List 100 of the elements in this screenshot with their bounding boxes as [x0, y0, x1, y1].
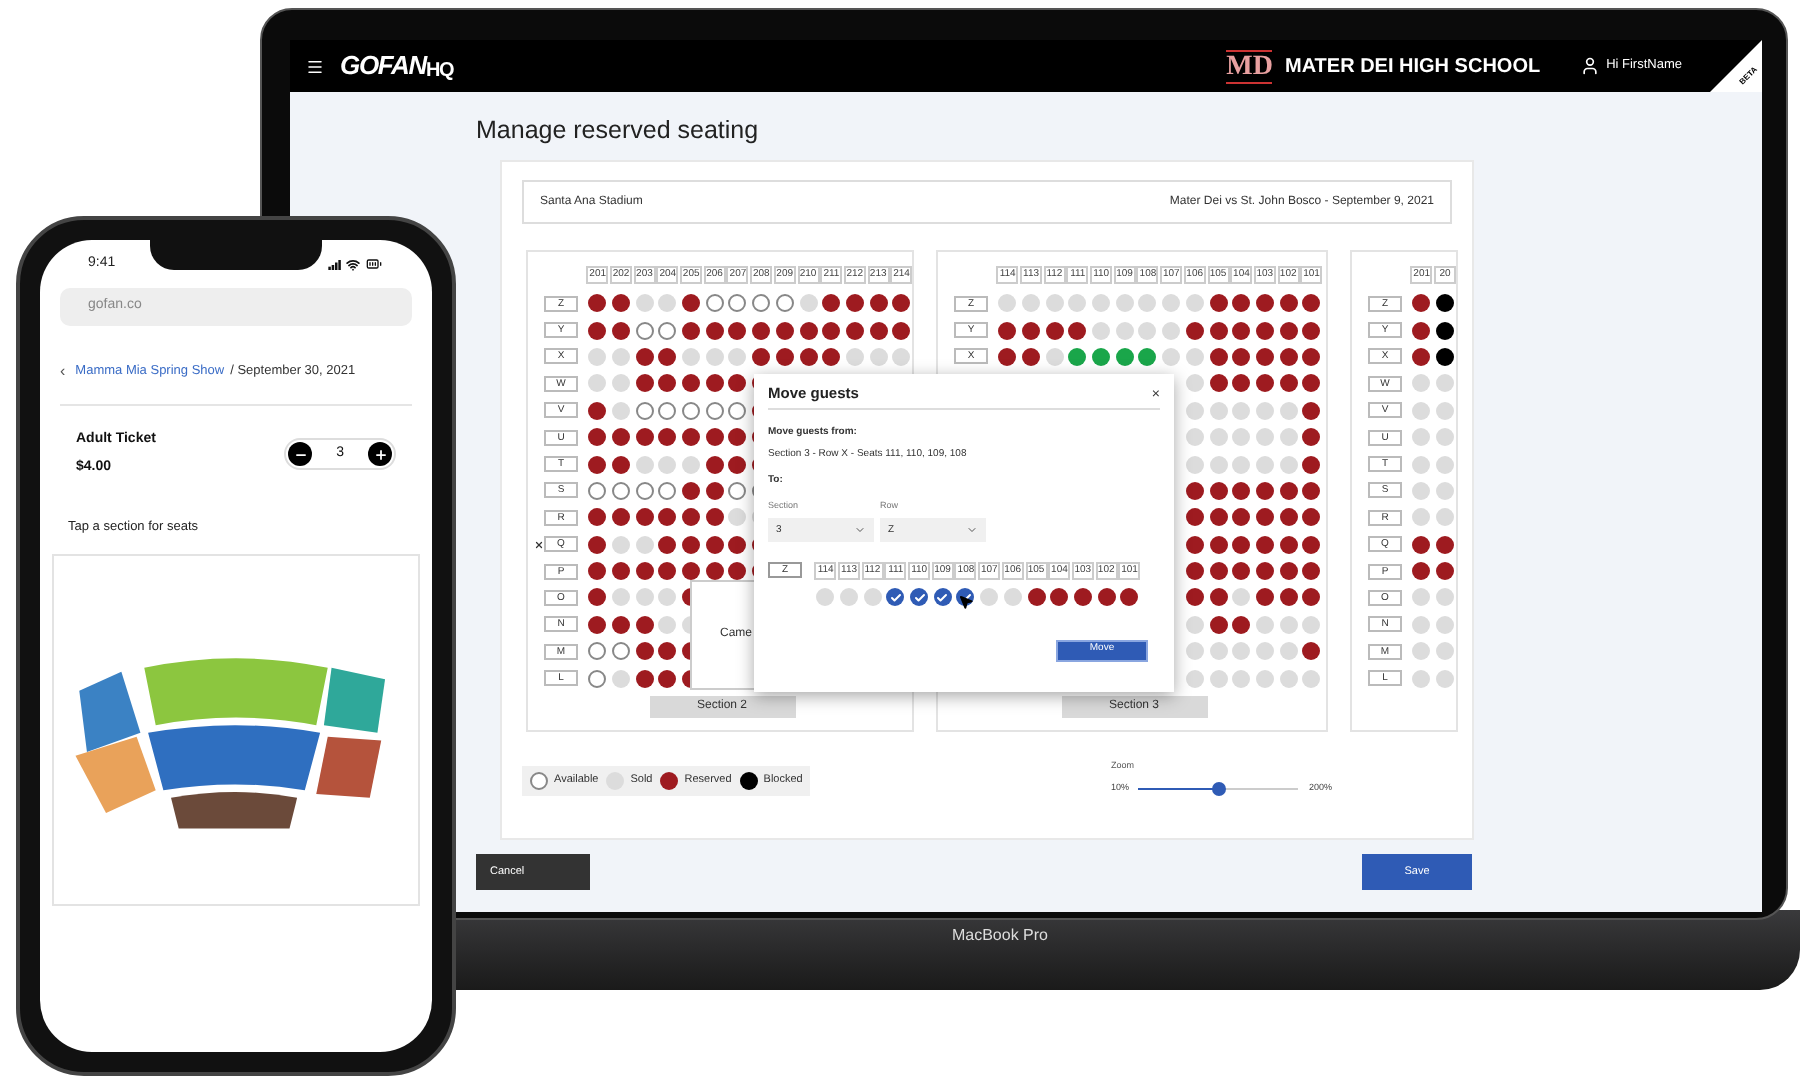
reserved-seat[interactable] [612, 562, 631, 581]
reserved-seat[interactable] [845, 294, 864, 313]
reserved-seat[interactable] [1412, 294, 1431, 313]
reserved-seat[interactable] [588, 428, 607, 447]
reserved-seat[interactable] [635, 374, 654, 393]
reserved-seat[interactable] [588, 615, 607, 634]
reserved-seat[interactable] [822, 321, 841, 340]
reserved-seat[interactable] [705, 374, 724, 393]
reserved-seat[interactable] [588, 535, 607, 554]
reserved-seat[interactable] [635, 508, 654, 527]
reserved-seat[interactable] [1185, 535, 1204, 554]
reserved-seat[interactable] [1302, 321, 1321, 340]
available-seat[interactable] [705, 294, 724, 313]
reserved-seat[interactable] [1185, 588, 1204, 607]
reserved-seat[interactable] [1255, 374, 1274, 393]
reserved-seat[interactable] [588, 455, 607, 474]
reserved-seat[interactable] [612, 455, 631, 474]
reserved-seat[interactable] [799, 321, 818, 340]
reserved-seat[interactable] [1436, 535, 1455, 554]
reserved-seat[interactable] [1209, 588, 1228, 607]
reserved-seat[interactable] [1022, 321, 1041, 340]
reserved-seat[interactable] [588, 588, 607, 607]
zoom-slider-thumb[interactable] [1211, 781, 1226, 796]
reserved-seat[interactable] [1279, 374, 1298, 393]
available-seat[interactable] [728, 294, 747, 313]
selected-seat[interactable] [1138, 347, 1157, 366]
blocked-seat[interactable] [1436, 347, 1455, 366]
reserved-seat[interactable] [1302, 347, 1321, 366]
reserved-seat[interactable] [728, 455, 747, 474]
reserved-seat[interactable] [1209, 508, 1228, 527]
reserved-seat[interactable] [1279, 535, 1298, 554]
reserved-seat[interactable] [1302, 294, 1321, 313]
reserved-seat[interactable] [635, 562, 654, 581]
selected-seat[interactable] [1092, 347, 1111, 366]
reserved-seat[interactable] [998, 321, 1017, 340]
reserved-seat[interactable] [869, 294, 888, 313]
reserved-seat[interactable] [612, 321, 631, 340]
reserved-seat[interactable] [1209, 615, 1228, 634]
reserved-seat[interactable] [1412, 321, 1431, 340]
available-seat[interactable] [658, 321, 677, 340]
reserved-seat[interactable] [845, 321, 864, 340]
available-seat[interactable] [612, 481, 631, 500]
reserved-seat[interactable] [775, 347, 794, 366]
reserved-seat[interactable] [1255, 562, 1274, 581]
available-seat[interactable] [658, 401, 677, 420]
reserved-seat[interactable] [635, 642, 654, 661]
reserved-seat[interactable] [682, 374, 701, 393]
reserved-seat[interactable] [1232, 615, 1251, 634]
menu-icon[interactable] [306, 57, 324, 75]
available-seat[interactable] [658, 481, 677, 500]
available-seat[interactable] [682, 401, 701, 420]
reserved-seat[interactable] [1255, 588, 1274, 607]
available-seat[interactable] [728, 481, 747, 500]
reserved-seat[interactable] [705, 508, 724, 527]
reserved-seat[interactable] [728, 321, 747, 340]
reserved-seat[interactable] [869, 321, 888, 340]
reserved-seat[interactable] [752, 347, 771, 366]
reserved-seat[interactable] [1232, 347, 1251, 366]
reserved-seat[interactable] [1209, 347, 1228, 366]
reserved-seat[interactable] [1302, 374, 1321, 393]
reserved-seat[interactable] [822, 347, 841, 366]
reserved-seat[interactable] [1302, 642, 1321, 661]
reserved-seat[interactable] [658, 669, 677, 688]
reserved-seat[interactable] [612, 508, 631, 527]
reserved-seat[interactable] [1232, 481, 1251, 500]
reserved-seat[interactable] [1232, 321, 1251, 340]
available-seat[interactable] [705, 401, 724, 420]
reserved-seat[interactable] [705, 481, 724, 500]
reserved-seat[interactable] [588, 562, 607, 581]
reserved-seat[interactable] [1120, 588, 1139, 607]
reserved-seat[interactable] [1050, 588, 1069, 607]
selected-seat[interactable] [1068, 347, 1087, 366]
reserved-seat[interactable] [1412, 535, 1431, 554]
blocked-seat[interactable] [1436, 294, 1455, 313]
reserved-seat[interactable] [1185, 481, 1204, 500]
reserved-seat[interactable] [658, 347, 677, 366]
reserved-seat[interactable] [588, 321, 607, 340]
close-icon[interactable] [533, 539, 543, 550]
reserved-seat[interactable] [1209, 374, 1228, 393]
reserved-seat[interactable] [682, 508, 701, 527]
reserved-seat[interactable] [1232, 374, 1251, 393]
reserved-seat[interactable] [612, 615, 631, 634]
reserved-seat[interactable] [635, 615, 654, 634]
reserved-seat[interactable] [1302, 562, 1321, 581]
back-link[interactable]: ‹ [60, 360, 66, 384]
reserved-seat[interactable] [1436, 562, 1455, 581]
reserved-seat[interactable] [1255, 347, 1274, 366]
reserved-seat[interactable] [705, 455, 724, 474]
reserved-seat[interactable] [775, 321, 794, 340]
available-seat[interactable] [635, 481, 654, 500]
reserved-seat[interactable] [728, 428, 747, 447]
reserved-seat[interactable] [892, 294, 911, 313]
reserved-seat[interactable] [1185, 562, 1204, 581]
selected-seat[interactable] [1115, 347, 1134, 366]
reserved-seat[interactable] [658, 428, 677, 447]
reserved-seat[interactable] [1097, 588, 1116, 607]
reserved-seat[interactable] [658, 562, 677, 581]
reserved-seat[interactable] [588, 294, 607, 313]
reserved-seat[interactable] [705, 428, 724, 447]
available-seat[interactable] [612, 642, 631, 661]
